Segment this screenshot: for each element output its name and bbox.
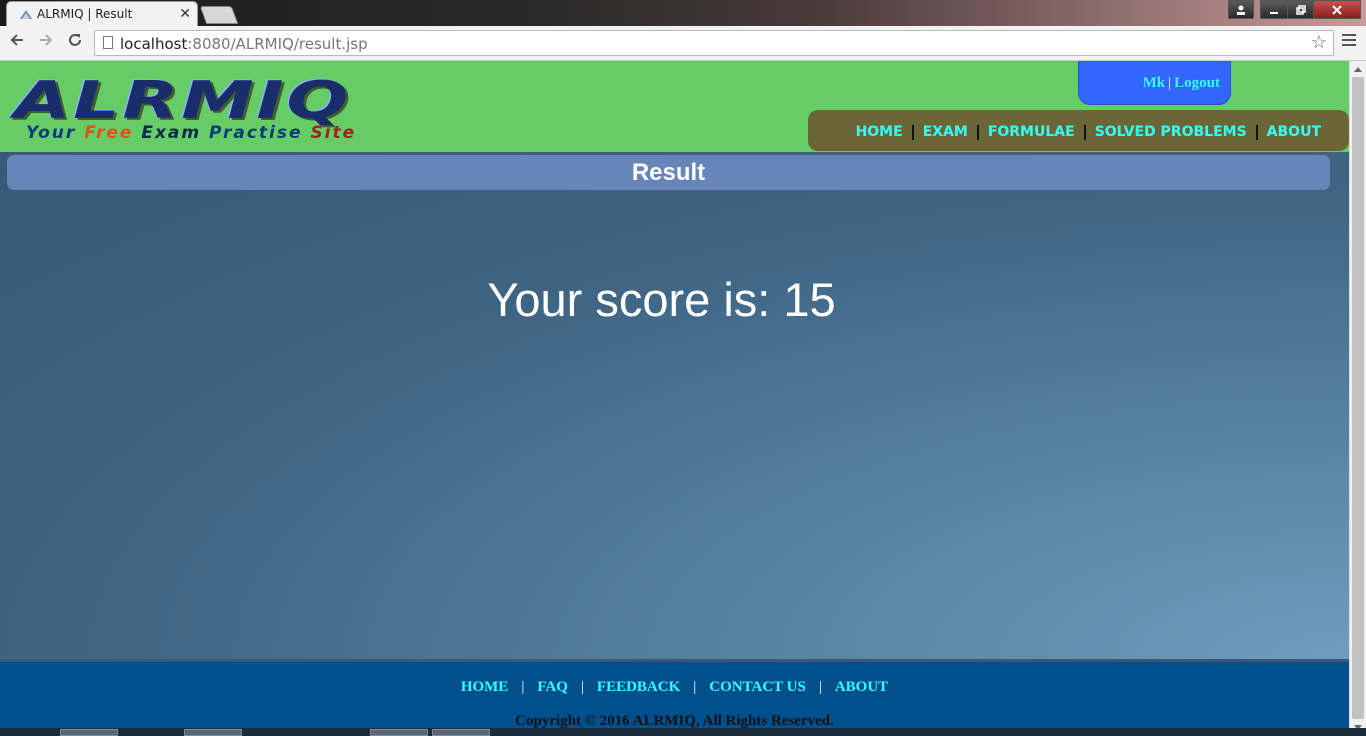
logout-link[interactable]: Logout [1174,75,1220,91]
site-header: ALRMIQ Your Free Exam Practise Site Mk | L… [0,61,1349,152]
back-button[interactable] [6,32,28,54]
nav-formulae[interactable]: FORMULAE [988,124,1075,140]
window-titlebar: ALRMIQ | Result ✕ [0,0,1366,26]
restore-icon[interactable] [1287,0,1314,19]
logo-text: ALRMIQ [14,71,352,131]
nav-about[interactable]: ABOUT [1267,124,1321,140]
arrow-right-icon [40,34,53,46]
page-title: Result [631,159,706,186]
new-tab-button[interactable] [199,6,239,24]
browser-toolbar: localhost:8080/ALRMIQ/result.jsp ☆ [0,26,1366,61]
footer-link-home[interactable]: HOME [461,679,509,695]
main-content: Result Your score is: 15 [0,152,1349,659]
footer-link-contact-us[interactable]: CONTACT US [709,679,806,695]
tab-title: ALRMIQ | Result [37,7,133,21]
nav-divider [976,124,979,140]
site-logo[interactable]: ALRMIQ Your Free Exam Practise Site [14,75,356,143]
nav-solved-problems[interactable]: SOLVED PROBLEMS [1095,124,1247,140]
username-link[interactable]: Mk [1143,75,1166,91]
site-footer: HOME | FAQ | FEEDBACK | CONTACT US | ABOUT Copyr… [0,662,1349,736]
bookmark-star-icon[interactable]: ☆ [1311,32,1327,53]
scroll-thumb[interactable] [1352,77,1364,719]
footer-nav: HOME | FAQ | FEEDBACK | CONTACT US | ABOUT [0,679,1349,696]
taskbar-item[interactable] [370,729,428,736]
address-bar[interactable]: localhost:8080/ALRMIQ/result.jsp ☆ [94,30,1334,56]
footer-link-faq[interactable]: FAQ [537,679,568,695]
page-viewport: ALRMIQ Your Free Exam Practise Site Mk | L… [0,61,1349,736]
user-profile-icon[interactable] [1228,0,1254,19]
forward-button[interactable] [35,32,57,54]
taskbar-item[interactable] [432,729,490,736]
page-icon [103,36,113,49]
minimize-icon[interactable] [1260,0,1288,19]
user-separator: | [1168,75,1172,91]
favicon-icon [20,10,32,19]
reload-button[interactable] [64,32,86,54]
main-nav: HOME EXAM FORMULAE SOLVED PROBLEMS ABOUT [808,110,1349,151]
nav-exam[interactable]: EXAM [923,124,968,140]
close-tab-icon[interactable]: ✕ [179,5,191,22]
close-window-icon[interactable] [1313,0,1361,19]
vertical-scrollbar[interactable] [1349,61,1366,736]
footer-link-about[interactable]: ABOUT [835,679,888,695]
nav-divider [911,124,914,140]
nav-divider [1083,124,1086,140]
footer-link-feedback[interactable]: FEEDBACK [597,679,680,695]
footer-separator: | [693,679,697,695]
tab-result[interactable]: ALRMIQ | Result ✕ [6,1,198,26]
score-text: Your score is: 15 [487,273,836,326]
browser-menu-icon[interactable] [1342,34,1356,50]
footer-separator: | [580,679,584,695]
scroll-up-icon[interactable] [1354,67,1362,72]
taskbar-item[interactable] [60,729,118,736]
result-title-bar: Result [7,155,1330,190]
url-text[interactable]: localhost:8080/ALRMIQ/result.jsp [120,35,368,53]
user-box: Mk | Logout [1078,61,1231,105]
footer-separator: | [521,679,525,695]
nav-home[interactable]: HOME [856,124,903,140]
footer-separator: | [818,679,822,695]
taskbar-item[interactable] [184,729,242,736]
reload-icon [69,34,81,46]
nav-divider [1255,124,1258,140]
arrow-left-icon [10,34,23,46]
